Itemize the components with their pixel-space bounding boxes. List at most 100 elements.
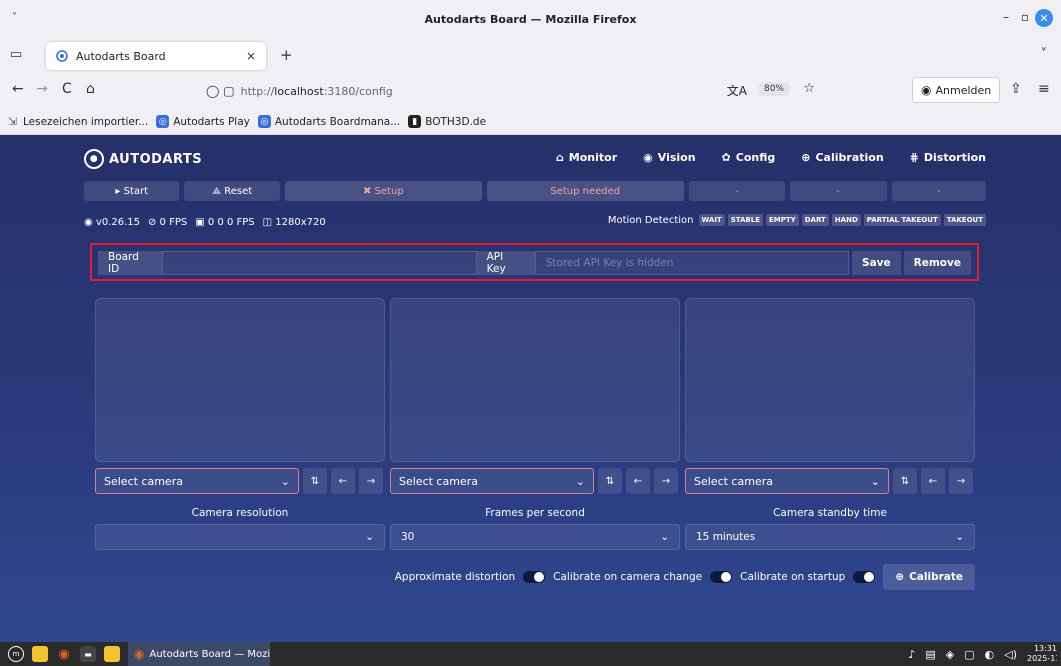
menu-item-vision[interactable]: ◉ Vision	[643, 151, 695, 164]
swap-camera-button[interactable]: ⇅	[303, 468, 327, 494]
save-button[interactable]: Save	[852, 251, 901, 275]
camera-status-3: -	[891, 181, 987, 201]
clock-date: 2025-11-0	[1027, 654, 1057, 663]
start-menu-icon[interactable]: m	[8, 646, 24, 662]
notification-bell-icon[interactable]: ♪	[908, 648, 915, 661]
camera-controls-3: Select camera ⌄ ⇅ ← →	[685, 468, 973, 494]
bookmark-import[interactable]: ⇲ Lesezeichen importier...	[6, 115, 148, 128]
motion-label: Motion Detection	[607, 214, 694, 226]
chevron-down-icon: ⌄	[575, 474, 585, 488]
zoom-level-badge[interactable]: 80%	[758, 82, 789, 96]
chevron-down-icon: ⌄	[280, 474, 290, 488]
window-menu-icon[interactable]: ˅	[12, 12, 17, 23]
firefox-icon[interactable]: ◉	[56, 646, 72, 662]
terminal-icon[interactable]: ▬	[80, 646, 96, 662]
new-tab-button[interactable]: +	[280, 46, 293, 64]
board-id-input[interactable]	[162, 251, 477, 275]
move-left-button[interactable]: ←	[626, 468, 650, 494]
tab-close-icon[interactable]: ×	[246, 49, 256, 63]
autodarts-logo[interactable]: ● AUTODARTS	[84, 149, 202, 169]
files-icon[interactable]	[32, 646, 48, 662]
fps-select[interactable]: 30 ⌄	[390, 524, 680, 550]
camera-resolution-select[interactable]: ⌄	[95, 524, 385, 550]
move-left-button[interactable]: ←	[921, 468, 945, 494]
volume-icon[interactable]: ◁)	[1004, 648, 1017, 661]
swap-camera-button[interactable]: ⇅	[598, 468, 622, 494]
list-tabs-icon[interactable]: ˅	[1041, 47, 1048, 62]
chevron-down-icon: ⌄	[870, 474, 880, 488]
fps-text: ⊘ 0 FPS	[148, 216, 188, 228]
app-menu-icon[interactable]: ≡	[1038, 81, 1050, 97]
bookmark-label: Autodarts Play	[173, 115, 250, 128]
minimize-icon[interactable]: –	[1003, 10, 1009, 24]
camera-preview-2	[390, 298, 680, 462]
url-bar[interactable]: ◯ ▢ http://localhost:3180/config 文A 80% …	[198, 77, 843, 105]
move-right-button[interactable]: →	[949, 468, 973, 494]
forward-icon[interactable]: →	[36, 81, 48, 97]
menu-item-monitor[interactable]: ⌂ Monitor	[556, 151, 617, 164]
clipboard-icon[interactable]: ▤	[925, 648, 935, 661]
setup-status[interactable]: ✖ Setup	[284, 181, 482, 201]
motion-tag-hand: HAND	[831, 214, 861, 226]
clock[interactable]: 13:31 2025-11-0	[1027, 644, 1057, 664]
camera-select-2[interactable]: Select camera ⌄	[390, 468, 594, 494]
bookmark-autodarts-play[interactable]: ◎ Autodarts Play	[156, 115, 250, 128]
remove-button[interactable]: Remove	[903, 251, 971, 275]
bookmark-star-icon[interactable]: ☆	[803, 81, 815, 96]
standby-time-select[interactable]: 15 minutes ⌄	[685, 524, 975, 550]
home-icon[interactable]: ⌂	[86, 81, 95, 97]
motion-detection: Motion Detection WAIT STABLE EMPTY DART …	[608, 214, 986, 226]
url-text: http://localhost:3180/config	[240, 84, 393, 98]
signin-button[interactable]: ◉ Anmelden	[912, 77, 1001, 103]
board-id-label: Board ID	[98, 251, 163, 275]
menu-item-distortion[interactable]: ⋕ Distortion	[910, 151, 986, 164]
eye-icon: ◉	[643, 151, 653, 164]
move-right-button[interactable]: →	[359, 468, 383, 494]
chevron-down-icon: ⌄	[955, 531, 964, 543]
camera-controls-1: Select camera ⌄ ⇅ ← →	[95, 468, 383, 494]
navigation-bar: ← → C ⌂ ◯ ▢ http://localhost:3180/config…	[0, 73, 1061, 109]
taskbar-firefox-window[interactable]: ◉ Autodarts Board — Mozill...	[128, 642, 270, 666]
bookmark-both3d[interactable]: ▮ BOTH3D.de	[408, 115, 486, 128]
tab-manager-icon[interactable]: ▭	[10, 47, 22, 62]
start-button[interactable]: ▸ Start	[84, 181, 180, 201]
move-right-button[interactable]: →	[654, 468, 678, 494]
camera-select-3[interactable]: Select camera ⌄	[685, 468, 889, 494]
calibrate-on-startup-toggle[interactable]	[853, 571, 876, 583]
window-icon[interactable]: ▢	[964, 648, 974, 661]
share-icon[interactable]: ⇪	[1010, 81, 1022, 97]
logo-target-icon: ●	[84, 149, 104, 169]
calibrate-on-change-label: Calibrate on camera change	[553, 571, 703, 583]
bookmark-label: BOTH3D.de	[425, 115, 487, 128]
tab-autodarts-board[interactable]: Autodarts Board ×	[46, 42, 266, 70]
setup-needed-status: Setup needed	[486, 181, 684, 201]
back-icon[interactable]: ←	[12, 81, 24, 97]
camera-select-1[interactable]: Select camera ⌄	[95, 468, 299, 494]
logo-text: AUTODARTS	[109, 151, 203, 167]
swap-camera-button[interactable]: ⇅	[893, 468, 917, 494]
maximize-icon[interactable]: ▫	[1021, 10, 1029, 24]
autodarts-icon: ◎	[156, 115, 170, 128]
reload-icon[interactable]: C	[62, 81, 72, 97]
network-icon[interactable]: ◐	[985, 648, 995, 661]
approx-distortion-toggle[interactable]	[523, 571, 546, 583]
camera-select-value: Select camera	[399, 474, 478, 488]
bookmark-autodarts-boardmanager[interactable]: ◎ Autodarts Boardmana...	[257, 115, 400, 128]
menu-item-calibration[interactable]: ⊕ Calibration	[801, 151, 883, 164]
api-key-input[interactable]: Stored API Key is hidden	[534, 251, 850, 275]
autodarts-app: ● AUTODARTS ⌂ Monitor ◉ Vision ✿ Config ⊕ Ca…	[0, 135, 1061, 642]
move-left-button[interactable]: ←	[331, 468, 355, 494]
folder-icon[interactable]	[104, 646, 120, 662]
close-window-button[interactable]: ✕	[1035, 9, 1053, 27]
shield-icon[interactable]: ◈	[946, 648, 954, 661]
both3d-icon: ▮	[408, 115, 422, 128]
translate-icon[interactable]: 文A	[727, 82, 747, 99]
calibrate-on-change-toggle[interactable]	[710, 571, 733, 583]
calibrate-button[interactable]: ⊕ Calibrate	[883, 564, 975, 590]
reset-button[interactable]: ⟁ Reset	[184, 181, 280, 201]
target-icon: ⊕	[895, 571, 905, 583]
bookmarks-toolbar: ⇲ Lesezeichen importier... ◎ Autodarts P…	[0, 109, 1061, 135]
signin-label: Anmelden	[935, 83, 992, 97]
menu-item-config[interactable]: ✿ Config	[722, 151, 776, 164]
resolution-text: ◫ 1280x720	[262, 216, 326, 228]
